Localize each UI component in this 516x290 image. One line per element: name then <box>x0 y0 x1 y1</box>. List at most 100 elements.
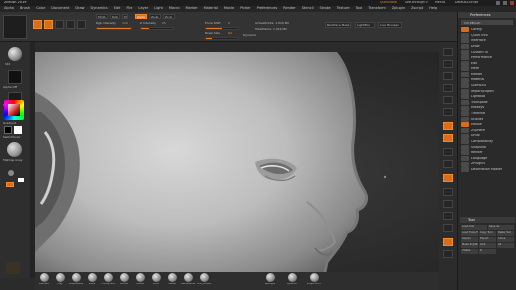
move-button[interactable] <box>55 20 64 29</box>
frame-button[interactable] <box>443 188 453 196</box>
tool-palette-button[interactable]: Export <box>479 237 496 242</box>
menu-item-icon <box>461 100 469 106</box>
brush-slot[interactable]: Inflate <box>133 273 147 285</box>
brush-icon <box>55 273 65 282</box>
zoom-button[interactable] <box>443 84 453 92</box>
local-button[interactable] <box>443 148 453 156</box>
tool-palette-button[interactable]: R <box>479 249 496 254</box>
transp-button[interactable] <box>443 250 453 258</box>
tool-palette-button[interactable]: Save As <box>488 225 514 230</box>
menu-item-icon <box>461 144 469 150</box>
dynamic-toggle[interactable]: Dynamic <box>243 34 256 37</box>
tray-menu-item-label: Performance <box>471 56 492 60</box>
actual-button[interactable] <box>443 96 453 104</box>
seethrough-slider[interactable]: See-through 0 <box>405 1 428 4</box>
zcut-button[interactable]: Zcut <box>163 14 175 19</box>
main-color-swatch[interactable] <box>4 126 12 134</box>
backface-mask-button[interactable]: Backface Mask <box>325 22 351 28</box>
edit-button[interactable] <box>33 20 42 29</box>
brush-label: Orb_Cracks <box>197 283 211 285</box>
tool-palette-button[interactable]: Visible <box>461 249 478 254</box>
brush-icon[interactable] <box>8 47 22 61</box>
rgb-button[interactable]: Rgb <box>110 14 120 19</box>
draw-size-slider[interactable] <box>205 37 239 40</box>
brush-slot[interactable]: TrimDynamic <box>101 273 115 285</box>
brush-slot[interactable]: Pinch <box>149 273 163 285</box>
stroke-icon[interactable] <box>8 70 22 84</box>
rotate-view-button[interactable] <box>443 224 453 232</box>
tray-menu-item[interactable]: Decimation Master <box>458 167 516 173</box>
brush-slot[interactable]: DamStandard <box>181 273 195 285</box>
tool-palette-button[interactable]: Paste Tool <box>497 231 514 236</box>
zoom3d-button[interactable] <box>443 212 453 220</box>
brush-slot[interactable]: Flatten <box>165 273 179 285</box>
bottom-shelf-button[interactable]: Dynamic <box>283 273 301 285</box>
tool-palette-button[interactable]: Make PolyMesh3D <box>461 243 478 248</box>
maximize-icon[interactable] <box>503 1 507 5</box>
fill-object-button[interactable] <box>6 182 14 187</box>
tray-title[interactable]: Preferences <box>458 12 516 18</box>
switchcolor-label[interactable]: SwitchColor <box>3 136 21 139</box>
move-view-button[interactable] <box>443 200 453 208</box>
brush-label: Clay <box>57 283 63 285</box>
light-icon[interactable] <box>8 170 14 176</box>
menus-toggle[interactable]: Menus <box>435 1 445 4</box>
bpr-button[interactable] <box>443 48 453 56</box>
brush-slot[interactable]: Orb_Cracks <box>197 273 211 285</box>
rotate-button[interactable] <box>77 20 86 29</box>
tool-palette-button[interactable]: Load Tools From Project <box>461 231 478 236</box>
secondary-color-swatch[interactable] <box>14 126 22 134</box>
home-page-button[interactable] <box>3 15 27 39</box>
focal-shift-slider[interactable] <box>205 27 239 30</box>
brush-slot[interactable]: Standard <box>37 273 51 285</box>
tool-palette-button[interactable]: Copy Tool <box>479 231 496 236</box>
scroll-button[interactable] <box>443 72 453 80</box>
aahalf-button[interactable] <box>443 108 453 116</box>
spix-button[interactable] <box>443 60 453 68</box>
live-boolean-button[interactable]: Live Boolean <box>378 22 402 28</box>
draw-button[interactable] <box>44 20 53 29</box>
polyf-button[interactable] <box>443 238 453 246</box>
gradient-label: Gradient <box>3 122 17 125</box>
zadd-button[interactable]: Zadd <box>135 14 147 19</box>
xyz-button[interactable] <box>443 174 453 182</box>
menu-item-icon <box>461 66 469 72</box>
draw-size-value: 64 <box>228 32 232 35</box>
brush-slot[interactable]: Move <box>85 273 99 285</box>
m-button[interactable]: M <box>122 14 128 19</box>
persp-button[interactable] <box>443 122 453 130</box>
tray-menu-item-label: Undo <box>471 134 480 138</box>
scale-button[interactable] <box>66 20 75 29</box>
shelf-item-icon <box>309 273 319 282</box>
brush-slot[interactable]: ClayBuildup <box>69 273 83 285</box>
close-icon[interactable] <box>510 1 514 5</box>
bottom-shelf-button[interactable]: Spotlight <box>261 273 279 285</box>
brush-slot[interactable]: Clay <box>53 273 67 285</box>
focal-shift-value: 0 <box>228 22 230 25</box>
material-icon[interactable] <box>7 142 22 157</box>
color-picker[interactable] <box>4 100 24 120</box>
floor-button[interactable] <box>443 134 453 142</box>
bottom-shelf-button[interactable]: Sculptris Pro <box>305 273 323 285</box>
mrgb-button[interactable]: Mrgb <box>96 14 108 19</box>
rgb-intensity-slider[interactable] <box>96 27 132 30</box>
quicksave-button[interactable]: QuickSave <box>380 1 397 4</box>
tool-palette-button[interactable]: Import <box>461 237 478 242</box>
tool-palette-button[interactable]: Clone <box>497 237 514 242</box>
tool-palette-button[interactable]: Load Tool <box>461 225 487 230</box>
minimize-icon[interactable] <box>496 1 500 5</box>
init-zbrush-button[interactable]: Init ZBrush <box>461 20 513 25</box>
brush-slot[interactable]: hPolish <box>117 273 131 285</box>
canvas-viewport[interactable] <box>35 52 439 272</box>
tool-palette-title[interactable]: Tool <box>460 217 515 223</box>
tool-palette-button[interactable]: All <box>497 243 514 248</box>
zbrush-logo-icon <box>6 262 20 274</box>
window-controls <box>490 1 514 5</box>
lightbox-button[interactable]: LightBox <box>355 22 375 28</box>
shelf-item-icon <box>265 273 275 282</box>
z-intensity-slider[interactable] <box>140 27 174 30</box>
zsub-button[interactable]: Zsub <box>149 14 161 19</box>
default-zscript[interactable]: DefaultZScript <box>455 1 478 4</box>
lsym-button[interactable] <box>443 160 453 168</box>
tool-palette-button[interactable]: GoZ <box>479 243 496 248</box>
